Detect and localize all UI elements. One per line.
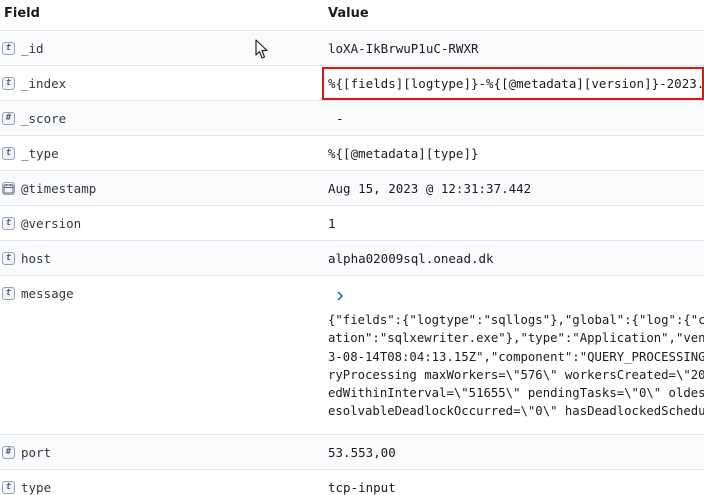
table-row[interactable]: t type tcp-input xyxy=(0,469,704,495)
field-name: _id xyxy=(21,41,44,56)
field-name: _index xyxy=(21,76,67,91)
field-value: 53.553,00 xyxy=(328,445,396,460)
table-row[interactable]: t host alpha02009sql.onead.dk xyxy=(0,240,704,275)
table-row[interactable]: t _id loXA-IkBrwuP1uC-RWXR xyxy=(0,30,704,65)
message-line: edWithinInterval=\"51655\" pendingTasks=… xyxy=(328,386,704,401)
field-name: _score xyxy=(21,111,67,126)
message-line: ryProcessing maxWorkers=\"576\" workersC… xyxy=(328,367,704,382)
string-type-icon: t xyxy=(2,252,15,265)
table-row[interactable]: # _score - xyxy=(0,100,704,135)
table-row[interactable]: # port 53.553,00 xyxy=(0,434,704,469)
number-type-icon: # xyxy=(2,112,15,125)
field-value: 1 xyxy=(328,216,336,231)
string-type-icon: t xyxy=(2,42,15,55)
field-column-header: Field xyxy=(4,6,40,21)
field-name: _type xyxy=(21,146,59,161)
string-type-icon: t xyxy=(2,147,15,160)
field-value: loXA-IkBrwuP1uC-RWXR xyxy=(328,41,479,56)
field-name: host xyxy=(21,251,52,266)
message-line: ation":"sqlxewriter.exe"},"type":"Applic… xyxy=(328,331,704,346)
number-type-icon: # xyxy=(2,446,15,459)
field-value: Aug 15, 2023 @ 12:31:37.442 xyxy=(328,181,532,196)
message-line: {"fields":{"logtype":"sqllogs"},"global"… xyxy=(328,313,704,327)
field-value: %{[@metadata][type]} xyxy=(328,146,479,161)
message-value: {"fields":{"logtype":"sqllogs"},"global"… xyxy=(328,311,704,421)
table-header: Field Value xyxy=(0,0,704,30)
field-name: type xyxy=(21,480,52,495)
message-line: esolvableDeadlockOccurred=\"0\" hasDeadl… xyxy=(328,404,704,419)
field-name: port xyxy=(21,445,52,460)
calendar-icon xyxy=(2,182,15,195)
table-row[interactable]: t @version 1 xyxy=(0,205,704,240)
field-value: alpha02009sql.onead.dk xyxy=(328,251,494,266)
string-type-icon: t xyxy=(2,77,15,90)
string-type-icon: t xyxy=(2,481,15,494)
field-name: message xyxy=(21,286,74,301)
field-value: - xyxy=(336,111,344,126)
string-type-icon: t xyxy=(2,287,15,300)
message-line: 3-08-14T08:04:13.15Z","component":"QUERY… xyxy=(328,349,704,364)
value-column-header: Value xyxy=(328,6,369,21)
field-value: tcp-input xyxy=(328,480,396,495)
field-name: @timestamp xyxy=(21,181,97,196)
string-type-icon: t xyxy=(2,217,15,230)
chevron-right-icon[interactable] xyxy=(335,289,345,303)
table-row[interactable]: @timestamp Aug 15, 2023 @ 12:31:37.442 xyxy=(0,170,704,205)
mouse-cursor-icon xyxy=(255,39,269,60)
highlight-box xyxy=(322,67,704,100)
field-name: @version xyxy=(21,216,82,231)
table-row[interactable]: t _type %{[@metadata][type]} xyxy=(0,135,704,170)
